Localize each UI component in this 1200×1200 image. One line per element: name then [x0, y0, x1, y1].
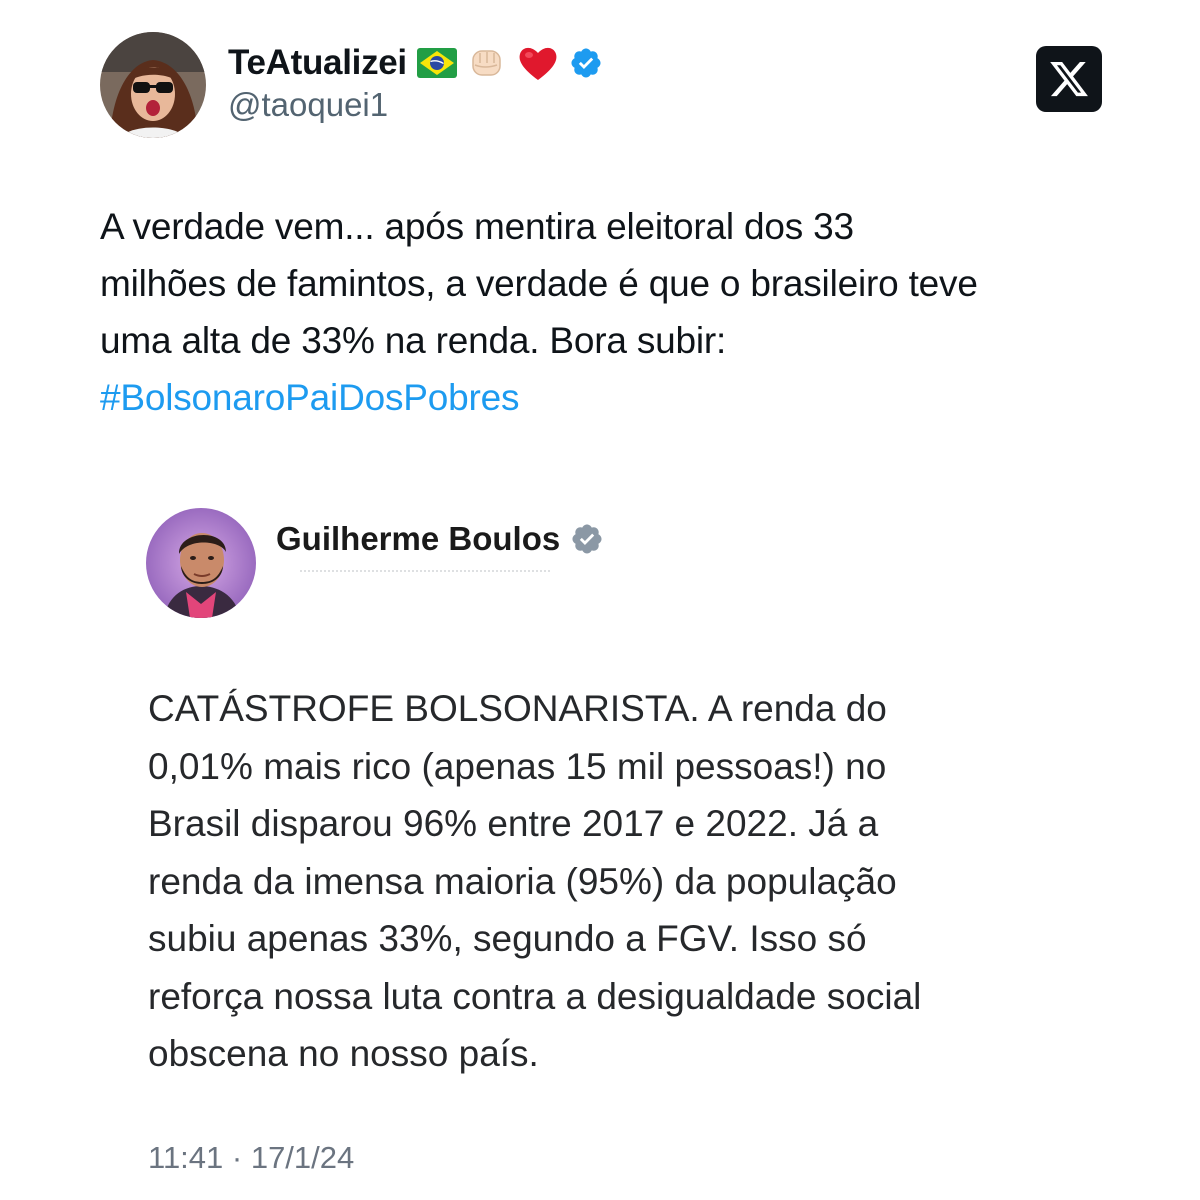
quoted-author-avatar[interactable]	[146, 508, 256, 618]
quoted-author-name-row: Guilherme Boulos	[276, 520, 604, 558]
author-handle[interactable]: @taoquei1	[228, 86, 388, 124]
quoted-text-line: 0,01% mais rico (apenas 15 mil pessoas!)…	[148, 745, 887, 787]
quoted-tweet[interactable]: Guilherme Boulos CATÁSTROFE BOLSONARISTA…	[100, 470, 1100, 1200]
hashtag-link[interactable]: #BolsonaroPaiDosPobres	[100, 369, 1140, 426]
quoted-text-line: renda da imensa maioria (95%) da populaç…	[148, 860, 897, 902]
fist-icon	[467, 43, 507, 83]
tweet-text-line: uma alta de 33% na renda. Bora subir:	[100, 320, 727, 361]
quoted-verified-badge-icon	[570, 522, 604, 556]
quoted-author-name[interactable]: Guilherme Boulos	[276, 520, 560, 558]
author-name-row: TeAtualizei	[228, 40, 603, 86]
tweet-text: A verdade vem... após mentira eleitoral …	[100, 198, 1140, 426]
author-display-name[interactable]: TeAtualizei	[228, 43, 407, 83]
brazil-flag-icon	[416, 48, 457, 78]
quoted-avatar-illustration	[146, 508, 256, 618]
red-heart-icon	[517, 43, 559, 83]
quoted-handle-obscured	[300, 570, 550, 578]
avatar-photo	[100, 32, 206, 138]
quoted-text-line: obscena no nosso país.	[148, 1033, 539, 1074]
tweet-text-line: milhões de famintos, a verdade é que o b…	[100, 263, 978, 304]
quoted-text-line: subiu apenas 33%, segundo a FGV. Isso só	[148, 918, 867, 959]
author-avatar[interactable]	[100, 32, 206, 138]
tweet-text-line: A verdade vem... após mentira eleitoral …	[100, 206, 854, 247]
quoted-text-line: reforça nossa luta contra a desigualdade…	[148, 975, 922, 1017]
quoted-text-line: CATÁSTROFE BOLSONARISTA. A renda do	[148, 688, 887, 729]
quoted-timestamp[interactable]: 11:41 · 17/1/24	[148, 1140, 354, 1176]
x-logo-icon[interactable]	[1036, 46, 1102, 112]
verified-badge-icon	[569, 46, 603, 80]
quoted-tweet-text: CATÁSTROFE BOLSONARISTA. A renda do 0,01…	[148, 680, 1068, 1083]
quoted-text-line: Brasil disparou 96% entre 2017 e 2022. J…	[148, 803, 879, 844]
